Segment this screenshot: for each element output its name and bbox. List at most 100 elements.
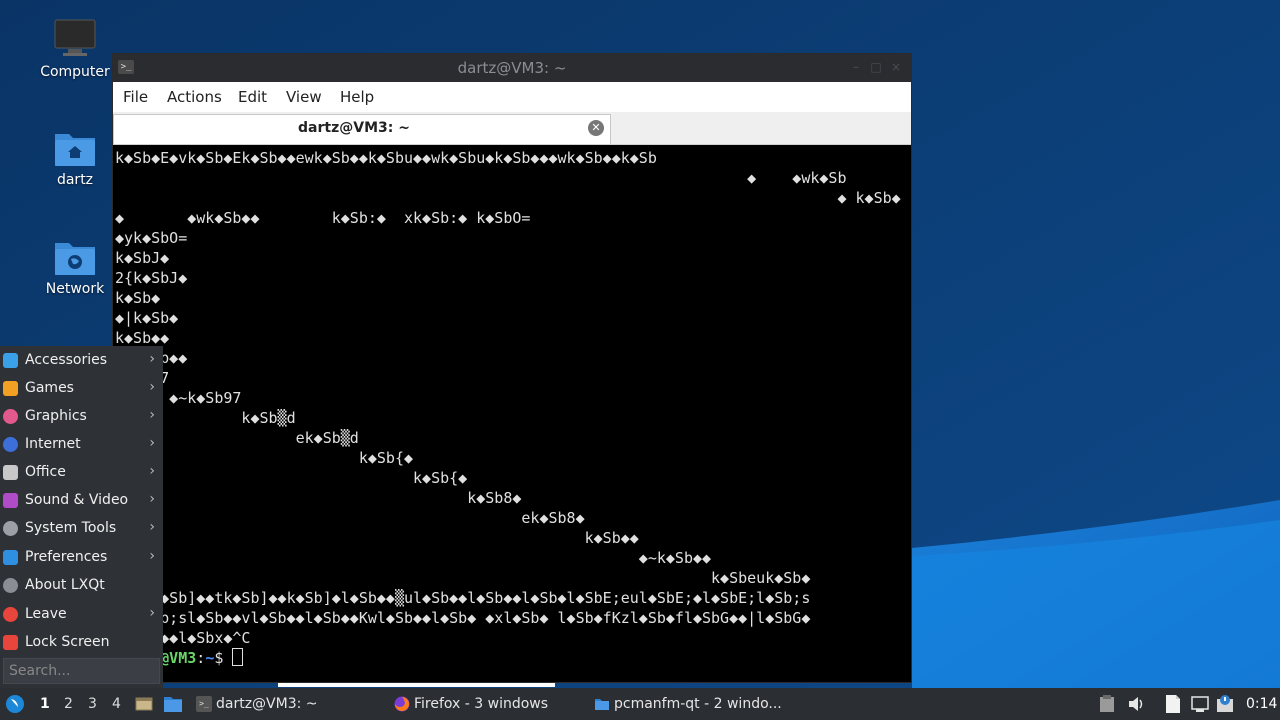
terminal-line: ◆ ◆wk◆Sb◆◆ k◆Sb:◆ xk◆Sb:◆ k◆SbO= [115,209,531,227]
menu-item-office[interactable]: Office › [0,459,163,487]
menu-view[interactable]: View [286,88,322,106]
tab-close-icon[interactable]: ✕ [588,120,604,136]
taskbar: 1 2 3 4 >_ dartz@VM3: ~ Firefox - 3 wind… [0,688,1280,720]
menu-item-leave[interactable]: Leave › [0,601,163,629]
minimize-icon[interactable]: – [849,60,863,74]
network-folder-icon [55,243,95,275]
notes-icon[interactable] [1165,694,1181,714]
menu-item-label: Office [25,464,66,480]
terminal-line: k◆Sb8◆ [115,489,522,507]
terminal-line: k◆Sb{◆ [115,469,468,487]
chevron-right-icon: › [149,379,155,395]
task-terminal[interactable]: >_ dartz@VM3: ~ [192,690,382,718]
terminal-line: k◆Sb◆◆ [115,529,639,547]
chevron-right-icon: › [149,548,155,564]
sound-video-icon [3,493,18,508]
desktop-icon-home[interactable]: dartz [27,128,123,188]
menu-bar: File Actions Edit View Help [113,82,911,112]
terminal-line: k◆Sb◆E◆vk◆Sb◆Ek◆Sb◆◆ewk◆Sb◆◆k◆Sbu◆◆wk◆Sb… [115,149,657,167]
chevron-right-icon: › [149,351,155,367]
text-cursor [232,648,244,666]
menu-item-system-tools[interactable]: System Tools › [0,515,163,543]
desktop-icon-label: dartz [56,172,94,188]
system-tools-icon [3,521,18,536]
terminal-line: k◆Sbeuk◆Sb◆ [115,569,811,587]
tab-label: dartz@VM3: ~ [298,120,410,136]
desktop-icon-computer[interactable]: Computer [27,18,123,80]
task-label: pcmanfm-qt - 2 windo... [614,696,782,712]
task-label: Firefox - 3 windows [414,696,549,712]
chevron-right-icon: › [149,407,155,423]
menu-item-preferences[interactable]: Preferences › [0,544,163,572]
clipboard-icon[interactable] [1099,695,1115,713]
menu-item-label: Graphics [25,408,87,424]
menu-item-label: Lock Screen [25,634,110,650]
games-icon [3,381,18,396]
network-status-icon[interactable] [1191,695,1209,713]
monitor-icon [54,19,96,56]
task-highlight-bar [278,683,555,687]
menu-search-input[interactable]: Search... [3,658,160,684]
terminal-line: b;sl◆Sb◆◆vl◆Sb◆◆l◆Sb◆◆Kwl◆Sb◆◆l◆Sb◆ ◆xl◆… [115,609,811,627]
terminal-line: k◆Sb◆◆ [115,329,170,347]
menu-edit[interactable]: Edit [238,88,267,106]
chevron-right-icon: › [149,605,155,621]
task-firefox[interactable]: Firefox - 3 windows [390,690,580,718]
terminal-line: ◆|k◆Sb◆ [115,309,179,327]
menu-actions[interactable]: Actions [167,88,222,106]
menu-item-lock-screen[interactable]: Lock Screen [0,629,163,657]
terminal-icon: >_ [196,696,212,712]
folder-icon [595,699,609,710]
menu-help[interactable]: Help [340,88,374,106]
update-notifier-icon[interactable] [1216,694,1234,714]
terminal-line: ◆Sb]◆◆tk◆Sb]◆◆k◆Sb]◆l◆Sb◆◆▒ul◆Sb◆◆l◆Sb◆◆… [115,589,811,607]
desktop-2-button[interactable]: 2 [64,696,73,712]
lock-icon [3,635,18,650]
chevron-right-icon: › [149,519,155,535]
volume-icon[interactable] [1127,695,1145,713]
terminal-line: ek◆Sb8◆ [115,509,585,527]
prompt-user: @VM3 [160,649,197,667]
terminal-line: ◆~k◆Sb◆◆ [115,549,712,567]
terminal-output[interactable]: k◆Sb◆E◆vk◆Sb◆Ek◆Sb◆◆ewk◆Sb◆◆k◆Sbu◆◆wk◆Sb… [115,148,909,680]
terminal-line: k◆Sb◆ [115,289,161,307]
menu-item-internet[interactable]: Internet › [0,431,163,459]
terminal-line: ◆ ◆wk◆Sb [115,169,847,187]
application-menu: Accessories › Games › Graphics › Interne… [0,346,163,688]
chevron-right-icon: › [149,491,155,507]
desktop-icon-label: Computer [40,64,110,80]
clock[interactable]: 0:14 [1246,696,1277,712]
desktop-1-button[interactable]: 1 [40,696,50,712]
office-icon [3,465,18,480]
menu-item-graphics[interactable]: Graphics › [0,403,163,431]
menu-file[interactable]: File [123,88,148,106]
power-icon [3,607,18,622]
main-menu-icon[interactable] [5,694,25,714]
desktop-3-button[interactable]: 3 [88,696,97,712]
desktop-4-button[interactable]: 4 [112,696,121,712]
file-manager-launcher-icon[interactable] [163,695,183,713]
menu-item-label: System Tools [25,520,117,536]
preferences-icon [3,550,18,565]
menu-item-about-lxqt[interactable]: About LXQt [0,572,163,600]
tab-bar: dartz@VM3: ~ ✕ [113,112,911,145]
chevron-right-icon: › [149,435,155,451]
show-desktop-icon[interactable] [135,695,153,713]
accessories-icon [3,353,18,368]
internet-icon [3,437,18,452]
menu-item-sound-video[interactable]: Sound & Video › [0,487,163,515]
maximize-icon[interactable]: □ [869,60,883,74]
task-pcmanfm[interactable]: pcmanfm-qt - 2 windo... [590,690,810,718]
menu-item-accessories[interactable]: Accessories › [0,347,163,375]
terminal-tab[interactable]: dartz@VM3: ~ ✕ [113,114,611,144]
terminal-line: ◆ k◆Sb◆ [115,189,901,207]
close-icon[interactable]: × [889,60,903,74]
menu-item-games[interactable]: Games › [0,375,163,403]
terminal-window[interactable]: >_ dartz@VM3: ~ – □ × File Actions Edit … [112,53,912,683]
task-label: dartz@VM3: ~ [216,696,318,712]
chevron-right-icon: › [149,463,155,479]
window-titlebar[interactable]: >_ dartz@VM3: ~ – □ × [113,54,911,82]
home-folder-icon [55,134,95,166]
desktop-icon-network[interactable]: Network [27,237,123,297]
info-icon [3,578,18,593]
